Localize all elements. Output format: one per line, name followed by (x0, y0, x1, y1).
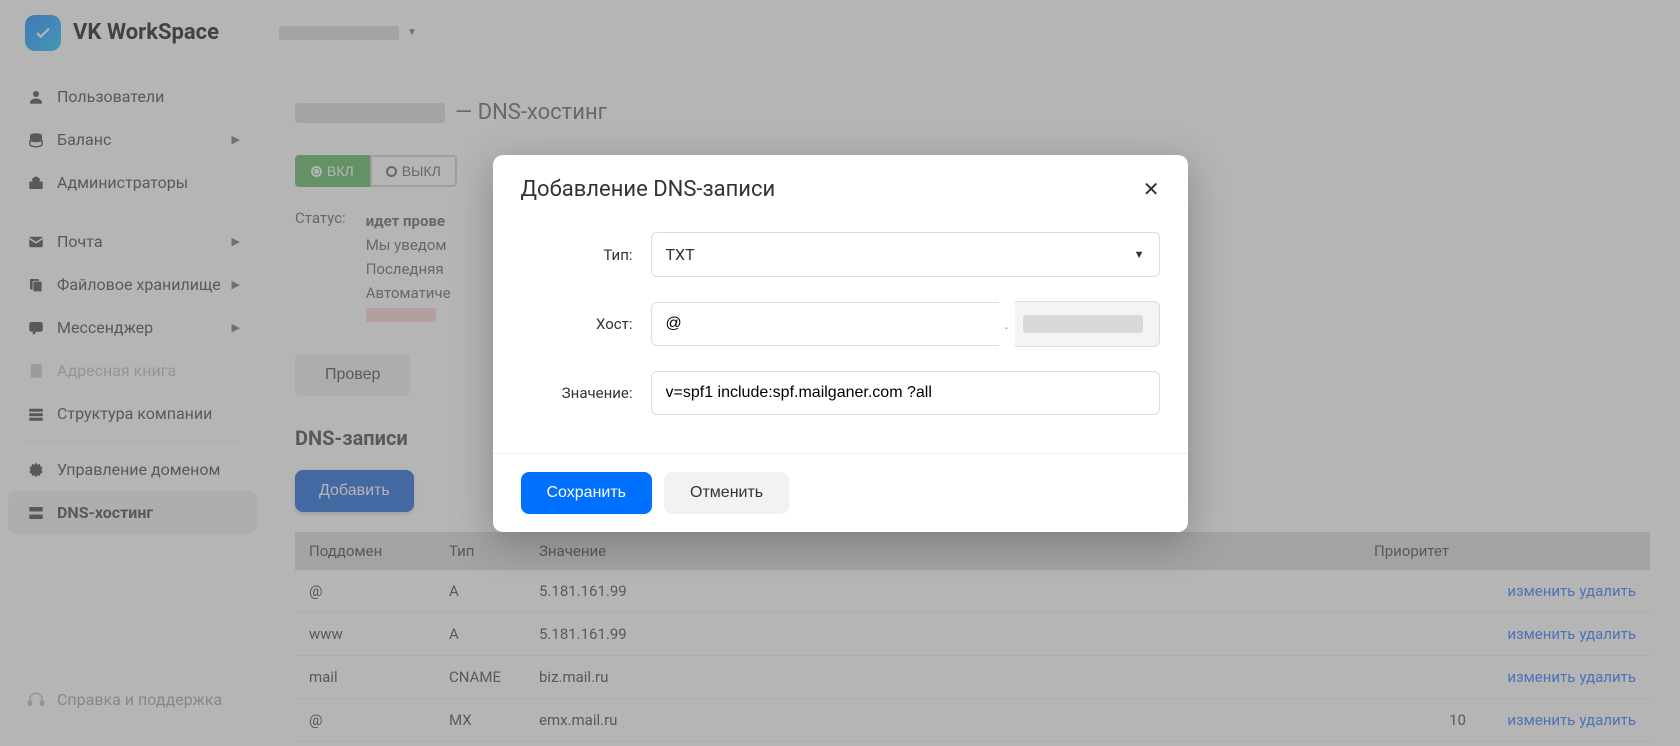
form-row-type: Тип: TXT ▼ (521, 232, 1160, 277)
modal-body: Тип: TXT ▼ Хост: . (493, 212, 1188, 453)
modal-header: Добавление DNS-записи ✕ (493, 155, 1188, 212)
domain-suffix-redacted (1023, 315, 1143, 333)
save-button[interactable]: Сохранить (521, 472, 653, 514)
close-button[interactable]: ✕ (1143, 177, 1160, 202)
type-select[interactable]: TXT ▼ (651, 232, 1160, 277)
value-label: Значение: (521, 384, 651, 402)
cancel-label: Отменить (690, 484, 763, 501)
modal-footer: Сохранить Отменить (493, 453, 1188, 532)
host-dot: . (1005, 315, 1009, 333)
close-icon: ✕ (1143, 179, 1160, 201)
add-dns-modal: Добавление DNS-записи ✕ Тип: TXT ▼ Хост: (493, 155, 1188, 532)
modal-overlay: Добавление DNS-записи ✕ Тип: TXT ▼ Хост: (0, 0, 1680, 746)
host-input[interactable] (651, 302, 999, 346)
form-row-value: Значение: (521, 371, 1160, 415)
host-label: Хост: (521, 315, 651, 333)
modal-title: Добавление DNS-записи (521, 177, 776, 202)
type-label: Тип: (521, 246, 651, 264)
type-value: TXT (666, 245, 695, 264)
chevron-down-icon: ▼ (1134, 248, 1145, 261)
value-input[interactable] (651, 371, 1160, 415)
save-label: Сохранить (547, 484, 627, 501)
host-suffix (1015, 301, 1160, 347)
cancel-button[interactable]: Отменить (664, 472, 789, 514)
form-row-host: Хост: . (521, 301, 1160, 347)
